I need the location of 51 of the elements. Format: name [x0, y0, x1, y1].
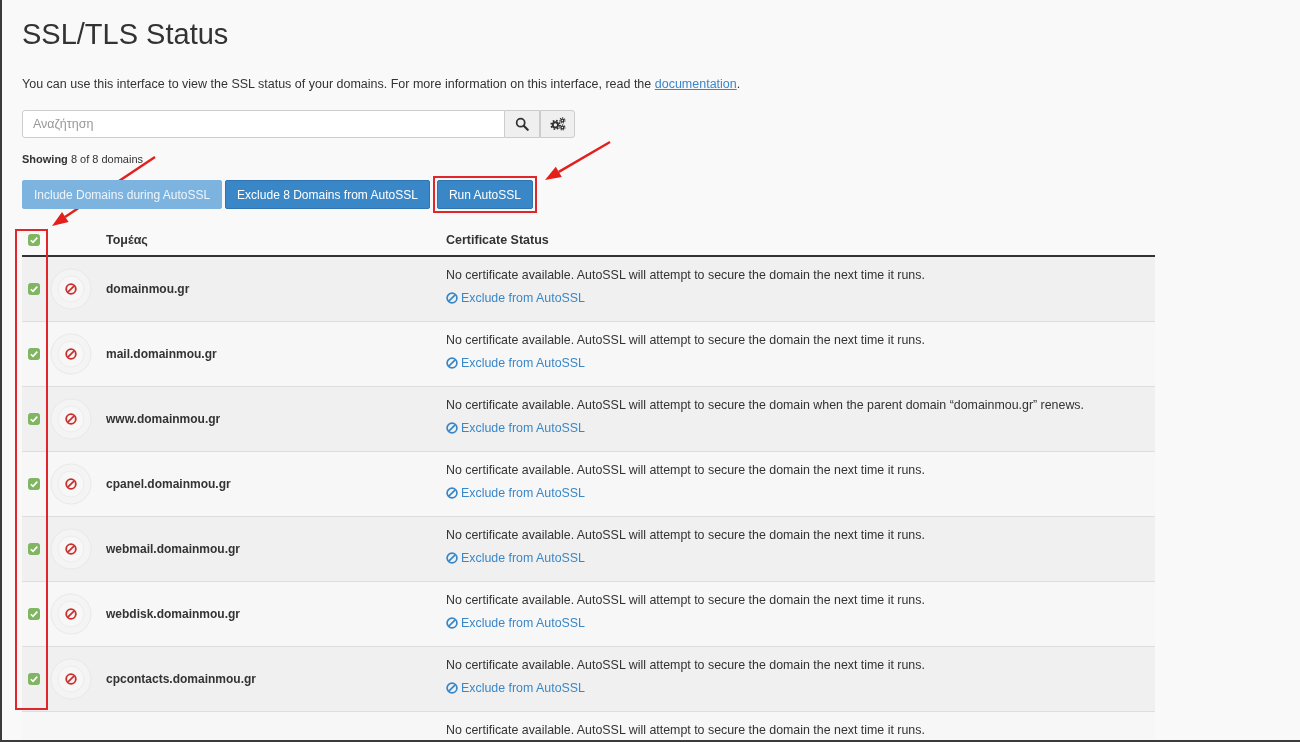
- status-text: No certificate available. AutoSSL will attempt to secure the domain the next time it runs.: [446, 462, 925, 478]
- settings-button[interactable]: [540, 110, 575, 138]
- row-checkbox[interactable]: [28, 413, 40, 425]
- status-text: No certificate available. AutoSSL will attempt to secure the domain the next time it runs.: [446, 722, 925, 738]
- row-checkbox[interactable]: [28, 348, 40, 360]
- prohibited-icon: [446, 487, 458, 499]
- documentation-link[interactable]: documentation: [654, 77, 737, 91]
- domain-name: cpanel.domainmou.gr: [105, 477, 231, 491]
- status-text: No certificate available. AutoSSL will attempt to secure the domain the next time it runs.: [446, 267, 925, 283]
- status-text: No certificate available. AutoSSL will attempt to secure the domain the next time it runs.: [446, 527, 925, 543]
- row-checkbox[interactable]: [28, 673, 40, 685]
- prohibited-icon: [446, 292, 458, 304]
- column-header: Τομέας: [105, 233, 148, 247]
- action-button[interactable]: Exclude 8 Domains from AutoSSL: [225, 180, 430, 209]
- exclude-link[interactable]: Exclude from AutoSSL: [446, 615, 585, 631]
- status-text: No certificate available. AutoSSL will attempt to secure the domain the next time it runs.: [446, 657, 925, 673]
- search-button[interactable]: [505, 110, 540, 138]
- exclude-link[interactable]: Exclude from AutoSSL: [446, 420, 585, 436]
- prohibited-icon: [446, 552, 458, 564]
- domain-name: cpcontacts.domainmou.gr: [105, 672, 257, 686]
- column-header: Certificate Status: [445, 233, 549, 247]
- domain-name: www.domainmou.gr: [105, 412, 221, 426]
- row-checkbox[interactable]: [28, 608, 40, 620]
- action-button[interactable]: Run AutoSSL: [436, 180, 533, 209]
- exclude-link[interactable]: Exclude from AutoSSL: [446, 550, 585, 566]
- domain-name: domainmou.gr: [105, 282, 190, 296]
- prohibited-icon: [446, 617, 458, 629]
- description-text: You can use this interface to view the SSL status of your domains. For more information on this interface, read the documentation.: [22, 76, 741, 93]
- domain-name: mail.domainmou.gr: [105, 347, 217, 361]
- search-icon: [515, 117, 529, 131]
- select-all-checkbox[interactable]: [28, 234, 40, 246]
- prohibited-icon: [446, 357, 458, 369]
- prohibited-icon: [446, 682, 458, 694]
- exclude-link[interactable]: Exclude from AutoSSL: [446, 355, 585, 371]
- status-text: No certificate available. AutoSSL will attempt to secure the domain the next time it runs.: [446, 592, 925, 608]
- exclude-link[interactable]: Exclude from AutoSSL: [446, 485, 585, 501]
- row-checkbox[interactable]: [28, 283, 40, 295]
- status-text: No certificate available. AutoSSL will attempt to secure the domain the next time it runs.: [446, 332, 925, 348]
- annotation-arrow: [545, 140, 611, 180]
- domain-name: webmail.domainmou.gr: [105, 542, 240, 556]
- gears-icon: [549, 117, 566, 131]
- page-title: SSL/TLS Status: [22, 17, 229, 52]
- results-count: Showing 8 of 8 domains: [22, 152, 144, 166]
- row-checkbox[interactable]: [28, 543, 40, 555]
- exclude-link[interactable]: Exclude from AutoSSL: [446, 680, 585, 696]
- status-text: No certificate available. AutoSSL will attempt to secure the domain when the parent domain “domainmou.gr” renews.: [446, 397, 1084, 413]
- search-field[interactable]: Αναζήτηση: [22, 110, 505, 138]
- row-checkbox[interactable]: [28, 478, 40, 490]
- domain-name: webdisk.domainmou.gr: [105, 607, 240, 621]
- prohibited-icon: [446, 422, 458, 434]
- exclude-link[interactable]: Exclude from AutoSSL: [446, 290, 585, 306]
